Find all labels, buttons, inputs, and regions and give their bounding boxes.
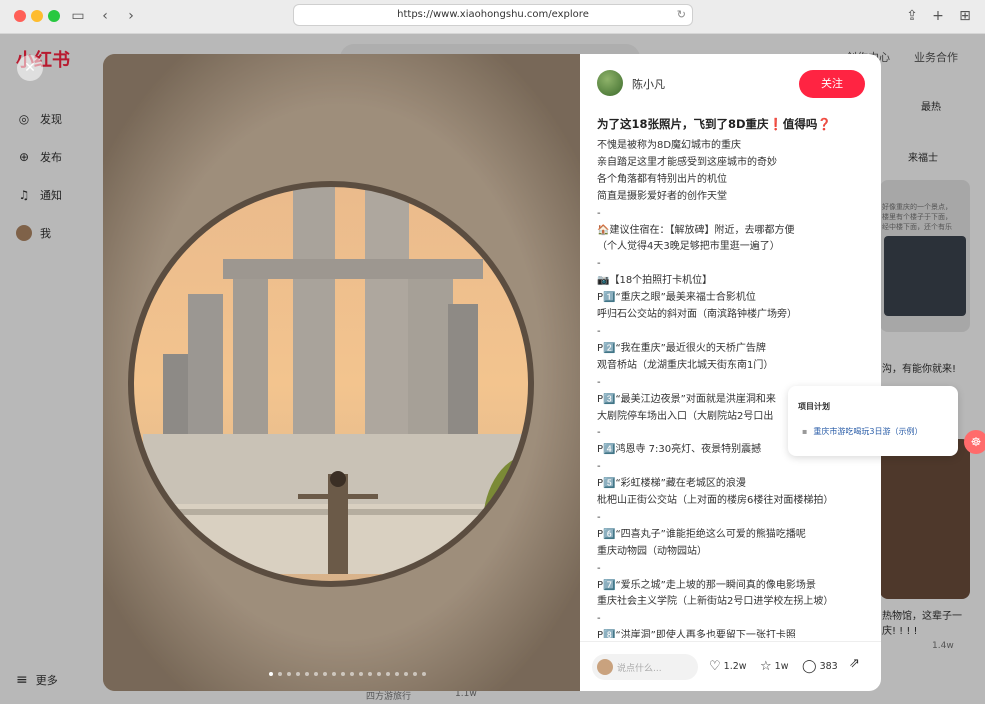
carousel-dot[interactable]: [278, 672, 282, 676]
note-body-line: （个人觉得4天3晚足够把市里逛一遍了）: [597, 241, 780, 253]
author-avatar[interactable]: [597, 70, 623, 96]
carousel-dot[interactable]: [395, 672, 399, 676]
author-name[interactable]: 陈小凡: [632, 76, 665, 92]
note-photo[interactable]: [103, 54, 580, 691]
note-body-line: -: [597, 461, 601, 473]
carousel-dot[interactable]: [404, 672, 408, 676]
minimize-window-button[interactable]: [31, 10, 43, 22]
note-body-line: 亲自踏足这里才能感受到这座城市的奇妙: [597, 156, 777, 168]
back-icon[interactable]: ‹: [95, 6, 115, 26]
note-body-line: -: [597, 325, 601, 337]
like-button[interactable]: ♡ 1.2w: [709, 659, 747, 674]
note-body-line: -: [597, 207, 601, 219]
share-icon[interactable]: ⇗: [849, 656, 860, 671]
collect-button[interactable]: ☆ 1w: [760, 659, 788, 674]
bullet-icon: ▪: [802, 427, 808, 436]
address-bar[interactable]: https://www.xiaohongshu.com/explore ↻: [293, 4, 693, 26]
note-body-line: -: [597, 562, 601, 574]
note-sidebar: 陈小凡 关注 为了这18张照片，飞到了8D重庆❗️值得吗❓ 不愧是被称为8D魔幻…: [580, 54, 881, 691]
carousel-dot[interactable]: [350, 672, 354, 676]
comment-input[interactable]: 说点什么...: [592, 654, 698, 680]
carousel-dot[interactable]: [341, 672, 345, 676]
note-body-line: -: [597, 511, 601, 523]
note-title: 为了这18张照片，飞到了8D重庆❗️值得吗❓: [597, 117, 832, 131]
carousel-dot[interactable]: [377, 672, 381, 676]
carousel-dot[interactable]: [296, 672, 300, 676]
engagement-bar: 说点什么... ♡ 1.2w ☆ 1w ◯ 383 ⇗: [580, 641, 881, 691]
carousel-dot[interactable]: [386, 672, 390, 676]
popup-item[interactable]: ▪ 重庆市游吃喝玩3日游（示例）: [802, 426, 923, 437]
carousel-dot[interactable]: [368, 672, 372, 676]
carousel-dot[interactable]: [413, 672, 417, 676]
carousel-dot[interactable]: [269, 672, 273, 676]
note-body-line: 📷【18个拍照打卡机位】: [597, 275, 713, 287]
close-window-button[interactable]: [14, 10, 26, 22]
carousel-dot[interactable]: [359, 672, 363, 676]
note-body-line: P8️⃣“洪崖洞”即使人再多也要留下一张打卡照: [597, 630, 796, 638]
note-body-line: -: [597, 613, 601, 625]
note-body-line: 观音桥站（龙湖重庆北城天街东南1门）: [597, 359, 774, 371]
sidebar-toggle-icon[interactable]: ▭: [68, 6, 88, 26]
comment-button[interactable]: ◯ 383: [802, 659, 838, 674]
browser-toolbar: ▭ ‹ › https://www.xiaohongshu.com/explor…: [0, 0, 985, 34]
note-body-line: 枇杷山正街公交站（上对面的楼房6楼往对面楼梯拍）: [597, 495, 834, 507]
note-body-line: P7️⃣“爱乐之城”走上坡的那一瞬间真的像电影场景: [597, 579, 816, 591]
note-body-line: P6️⃣“四喜丸子”谁能拒绝这么可爱的熊猫吃播呢: [597, 528, 806, 540]
zoom-window-button[interactable]: [48, 10, 60, 22]
carousel-dots: [269, 672, 426, 676]
author-row: 陈小凡 关注: [597, 70, 865, 98]
carousel-dot[interactable]: [287, 672, 291, 676]
heart-icon: ♡: [709, 659, 721, 674]
carousel-dot[interactable]: [332, 672, 336, 676]
user-avatar: [597, 659, 613, 675]
share-icon[interactable]: ⇪: [902, 6, 922, 26]
note-body-line: 呼归石公交站的斜对面（南滨路钟楼广场旁）: [597, 309, 797, 321]
note-body-line: 不愧是被称为8D魔幻城市的重庆: [597, 140, 742, 151]
url-text: https://www.xiaohongshu.com/explore: [397, 9, 589, 20]
note-body-line: 各个角落都有特别出片的机位: [597, 173, 727, 185]
note-body-line: P1️⃣“重庆之眼”最美来福士合影机位: [597, 292, 756, 304]
reload-icon[interactable]: ↻: [677, 5, 686, 25]
plan-popup: 项目计划 ▪ 重庆市游吃喝玩3日游（示例）: [788, 386, 958, 456]
note-body-line: -: [597, 258, 601, 270]
note-detail-modal: 陈小凡 关注 为了这18张照片，飞到了8D重庆❗️值得吗❓ 不愧是被称为8D魔幻…: [103, 54, 881, 691]
carousel-dot[interactable]: [323, 672, 327, 676]
star-icon: ☆: [760, 659, 772, 674]
note-body-line: 简直是摄影爱好者的创作天堂: [597, 190, 727, 202]
popup-title: 项目计划: [798, 402, 830, 411]
note-body-line: 重庆社会主义学院（上新街站2号口进学校左拐上坡）: [597, 596, 834, 608]
new-tab-icon[interactable]: +: [928, 6, 948, 26]
assistant-icon[interactable]: ☸: [964, 430, 985, 454]
follow-button[interactable]: 关注: [799, 70, 865, 98]
photo-illustration: [103, 54, 580, 691]
note-body-line: 重庆动物园（动物园站）: [597, 545, 707, 557]
carousel-dot[interactable]: [422, 672, 426, 676]
carousel-dot[interactable]: [314, 672, 318, 676]
comment-icon: ◯: [802, 659, 817, 674]
note-body-line: P5️⃣“彩虹楼梯”藏在老城区的浪漫: [597, 478, 746, 490]
comment-placeholder: 说点什么...: [617, 664, 662, 674]
note-body-line: 🏠建议住宿在：【解放碑】附近，去哪都方便: [597, 224, 795, 236]
carousel-dot[interactable]: [305, 672, 309, 676]
forward-icon[interactable]: ›: [121, 6, 141, 26]
close-modal-button[interactable]: ✕: [17, 55, 43, 81]
note-body-line: P2️⃣“我在重庆”最近很火的天桥广告牌: [597, 342, 766, 354]
tab-overview-icon[interactable]: ⊞: [955, 6, 975, 26]
